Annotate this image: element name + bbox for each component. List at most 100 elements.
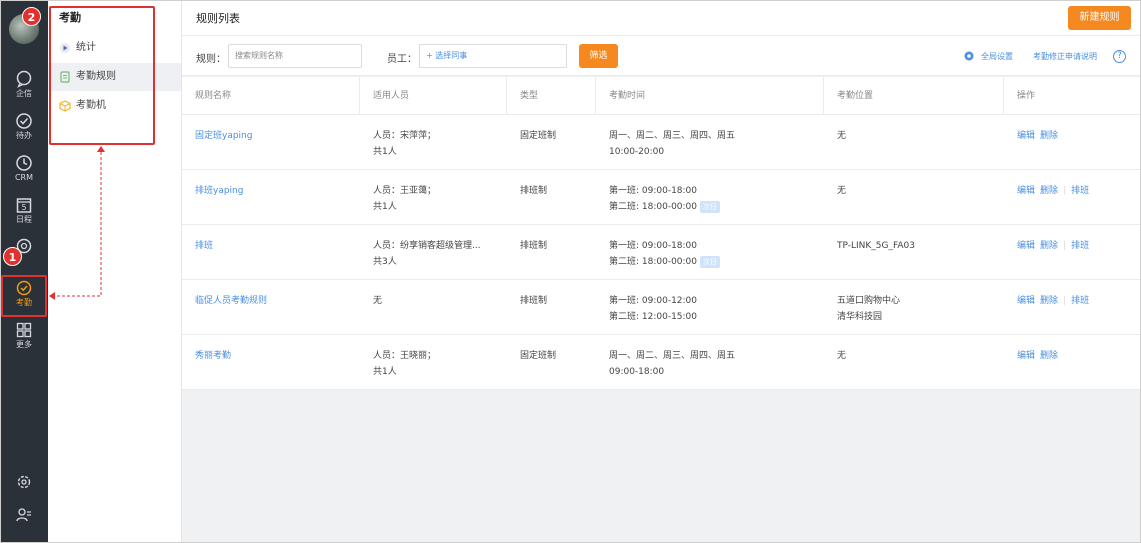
attendance-highlight-box xyxy=(1,275,47,317)
time-cell: 周一、周二、周三、周四、周五 09:00-18:00 xyxy=(596,335,824,390)
table-body: 固定班yaping 人员：宋萍萍； 共1人 固定班制 周一、周二、周三、周四、周五 10:… xyxy=(182,115,1141,390)
step-badge-1: 1 xyxy=(3,247,22,266)
check-circle-icon xyxy=(16,113,32,129)
time-text: 第二班: 18:00-00:00 xyxy=(609,202,698,212)
rail-label: 待办 xyxy=(16,131,32,140)
column-header: 适用人员 xyxy=(360,77,507,115)
table-row: 排班 人员：纷享销客超级管理... 共3人 排班制 第一班: 09:00-18:00 第二… xyxy=(182,225,1141,280)
delete-link[interactable]: 删除 xyxy=(1040,241,1058,251)
page-title: 规则列表 xyxy=(196,12,240,25)
rule-name-cell: 固定班yaping xyxy=(182,115,360,170)
location-cell: 无 xyxy=(824,115,1004,170)
rail-item-crm[interactable]: CRM xyxy=(0,154,48,190)
time-line-2: 10:00-20:00 xyxy=(609,144,824,160)
rule-name-link[interactable]: 排班yaping xyxy=(195,183,360,199)
rule-type: 固定班制 xyxy=(520,351,557,361)
rail-item-chat[interactable]: 企信 xyxy=(0,70,48,106)
rule-type: 排班制 xyxy=(520,241,548,251)
column-header: 规则名称 xyxy=(182,77,360,115)
rail-item-schedule[interactable]: 5 日程 xyxy=(0,196,48,232)
chat-bubble-icon xyxy=(16,70,32,88)
column-header: 类型 xyxy=(507,77,596,115)
location-text: 无 xyxy=(837,186,847,196)
time-cell: 第一班: 09:00-18:00 第二班: 18:00-00:00 次日 xyxy=(596,170,824,225)
edit-link[interactable]: 编辑 xyxy=(1017,241,1035,251)
rail-contacts[interactable] xyxy=(0,507,48,526)
people-cell: 无 xyxy=(360,280,507,335)
people-text: 人员：纷享销客超级管理... xyxy=(373,241,481,251)
rail-label: 日程 xyxy=(16,215,32,224)
rule-name-link[interactable]: 秀丽考勤 xyxy=(195,348,360,364)
time-text: 09:00-18:00 xyxy=(609,367,665,377)
next-day-tag: 次日 xyxy=(700,200,721,213)
delete-link[interactable]: 删除 xyxy=(1040,186,1058,196)
schedule-link[interactable]: 排班 xyxy=(1071,296,1089,306)
rail-settings[interactable] xyxy=(0,474,48,493)
rule-name-cell: 排班yaping xyxy=(182,170,360,225)
people-text: 人员：王亚蔼； xyxy=(373,186,437,196)
rule-name-link[interactable]: 固定班yaping xyxy=(195,128,360,144)
separator: | xyxy=(1063,186,1067,196)
type-cell: 固定班制 xyxy=(507,335,596,390)
delete-link[interactable]: 删除 xyxy=(1040,351,1058,361)
rule-type: 固定班制 xyxy=(520,131,557,141)
grid-icon xyxy=(16,322,32,338)
delete-link[interactable]: 删除 xyxy=(1040,131,1058,141)
rule-name-link[interactable]: 临促人员考勤规则 xyxy=(195,293,360,309)
location-cell: 无 xyxy=(824,335,1004,390)
location-text: 无 xyxy=(837,131,847,141)
employee-select-input[interactable]: + 选择同事 xyxy=(419,44,567,68)
operations-cell: 编辑 删除 | 排班 xyxy=(1004,225,1141,280)
time-line-2: 09:00-18:00 xyxy=(609,364,824,380)
rail-label: CRM xyxy=(14,173,34,182)
gear-icon[interactable] xyxy=(963,50,975,62)
time-line-2: 第二班: 12:00-15:00 xyxy=(609,309,824,325)
rail-label: 更多 xyxy=(16,340,32,349)
delete-link[interactable]: 删除 xyxy=(1040,296,1058,306)
help-icon[interactable]: ? xyxy=(1113,50,1126,63)
table-row: 固定班yaping 人员：宋萍萍； 共1人 固定班制 周一、周二、周三、周四、周五 10:… xyxy=(182,115,1141,170)
correction-help-link[interactable]: 考勤修正申请说明 xyxy=(1033,51,1097,62)
people-text: 人员：王晓丽； xyxy=(373,351,437,361)
time-line: 第一班: 09:00-18:00 xyxy=(609,241,698,251)
rule-name-link[interactable]: 排班 xyxy=(195,238,360,254)
page-header: 规则列表 新建规则 xyxy=(182,0,1141,36)
location-cell: TP-LINK_5G_FA03 xyxy=(824,225,1004,280)
user-profile-icon xyxy=(16,508,31,522)
rail-item-more[interactable]: 更多 xyxy=(0,321,48,357)
clock-icon xyxy=(16,155,32,171)
time-text: 10:00-20:00 xyxy=(609,147,665,157)
table-row: 秀丽考勤 人员：王晓丽； 共1人 固定班制 周一、周二、周三、周四、周五 09:00-18… xyxy=(182,335,1141,390)
time-cell: 周一、周二、周三、周四、周五 10:00-20:00 xyxy=(596,115,824,170)
global-settings-link[interactable]: 全局设置 xyxy=(981,51,1013,62)
edit-link[interactable]: 编辑 xyxy=(1017,186,1035,196)
type-cell: 排班制 xyxy=(507,170,596,225)
time-line-2: 第二班: 18:00-00:00 次日 xyxy=(609,254,824,270)
step-badge-2: 2 xyxy=(22,7,41,26)
employee-filter-label: 员工： xyxy=(387,54,417,65)
separator: | xyxy=(1063,241,1067,251)
schedule-link[interactable]: 排班 xyxy=(1071,241,1089,251)
time-text: 第二班: 18:00-00:00 xyxy=(609,257,698,267)
main-content: 规则列表 新建规则 规则： 搜索规则名称 员工： + 选择同事 筛选 全局设置 … xyxy=(182,0,1141,543)
time-line: 周一、周二、周三、周四、周五 xyxy=(609,351,736,361)
rule-search-input[interactable]: 搜索规则名称 xyxy=(228,44,362,68)
location-text: 清华科技园 xyxy=(837,312,883,322)
new-rule-button[interactable]: 新建规则 xyxy=(1068,6,1131,30)
filter-button[interactable]: 筛选 xyxy=(579,44,618,68)
submenu-highlight-box xyxy=(49,6,155,145)
settings-gear-icon xyxy=(17,475,31,489)
edit-link[interactable]: 编辑 xyxy=(1017,131,1035,141)
edit-link[interactable]: 编辑 xyxy=(1017,351,1035,361)
operations-cell: 编辑 删除 | 排班 xyxy=(1004,170,1141,225)
time-cell: 第一班: 09:00-12:00 第二班: 12:00-15:00 xyxy=(596,280,824,335)
schedule-link[interactable]: 排班 xyxy=(1071,186,1089,196)
rule-type: 排班制 xyxy=(520,296,548,306)
rule-name-cell: 临促人员考勤规则 xyxy=(182,280,360,335)
people-cell: 人员：纷享销客超级管理... 共3人 xyxy=(360,225,507,280)
rail-item-todo[interactable]: 待办 xyxy=(0,112,48,148)
edit-link[interactable]: 编辑 xyxy=(1017,296,1035,306)
time-line: 第一班: 09:00-18:00 xyxy=(609,186,698,196)
rule-name-cell: 排班 xyxy=(182,225,360,280)
type-cell: 固定班制 xyxy=(507,115,596,170)
